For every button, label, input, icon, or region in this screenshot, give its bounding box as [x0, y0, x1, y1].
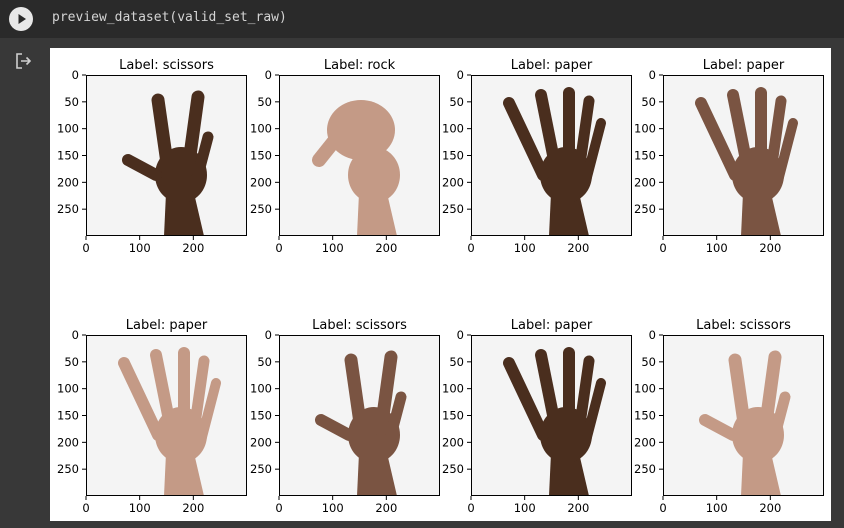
y-tick-label: 150 [250, 409, 272, 423]
y-tick-label: 200 [442, 175, 464, 189]
y-tick-label: 250 [634, 202, 656, 216]
y-tick-label: 250 [250, 202, 272, 216]
subplot-6: Label: scissors 0 50 100 150 200 250 0 100 200 [250, 318, 440, 515]
y-tick-label: 100 [634, 382, 656, 396]
y-tick-label: 50 [641, 355, 656, 369]
subplot-7: Label: paper 0 50 100 150 200 250 0 100 200 [442, 318, 632, 515]
x-tick-label: 0 [275, 241, 282, 255]
y-tick-label: 100 [634, 122, 656, 136]
y-tick-label: 250 [634, 462, 656, 476]
subplot-title: Label: scissors [312, 318, 407, 333]
y-tick-label: 50 [449, 355, 464, 369]
x-tick-label: 100 [129, 501, 151, 515]
x-tick-label: 200 [567, 241, 589, 255]
subplot-5: Label: paper 0 50 100 150 200 250 0 100 200 [57, 318, 247, 515]
y-tick-label: 150 [634, 149, 656, 163]
y-tick-label: 200 [57, 435, 79, 449]
x-tick-label: 100 [514, 241, 536, 255]
x-tick-label: 200 [759, 501, 781, 515]
x-tick-label: 0 [467, 241, 474, 255]
y-tick-label: 50 [257, 355, 272, 369]
y-tick-label: 0 [72, 328, 79, 342]
y-tick-label: 200 [250, 435, 272, 449]
y-tick-label: 0 [457, 328, 464, 342]
x-tick-label: 100 [322, 241, 344, 255]
figure-canvas: Label: scissors 0 50 100 150 200 250 0 100 200 Lab… [50, 48, 831, 521]
y-tick-label: 100 [57, 382, 79, 396]
x-tick-label: 100 [322, 501, 344, 515]
y-tick-label: 50 [64, 355, 79, 369]
y-tick-label: 150 [57, 409, 79, 423]
y-tick-label: 50 [449, 95, 464, 109]
y-tick-label: 250 [250, 462, 272, 476]
subplot-title: Label: paper [511, 58, 593, 73]
cell-output-area: Label: scissors 0 50 100 150 200 250 0 100 200 Lab… [0, 38, 844, 528]
y-tick-label: 0 [457, 68, 464, 82]
y-tick-label: 50 [641, 95, 656, 109]
y-tick-label: 200 [634, 175, 656, 189]
x-tick-label: 100 [129, 241, 151, 255]
subplot-title: Label: paper [703, 58, 785, 73]
code-cell[interactable]: preview_dataset(valid_set_raw) [0, 0, 844, 38]
y-tick-label: 200 [442, 435, 464, 449]
y-tick-label: 250 [57, 462, 79, 476]
y-tick-label: 200 [634, 435, 656, 449]
subplot-3: Label: paper 0 50 100 150 200 250 0 100 200 [442, 58, 632, 255]
y-tick-label: 250 [57, 202, 79, 216]
x-tick-label: 200 [375, 241, 397, 255]
y-tick-label: 150 [442, 409, 464, 423]
x-tick-label: 200 [759, 241, 781, 255]
x-tick-label: 100 [514, 501, 536, 515]
y-tick-label: 0 [649, 68, 656, 82]
x-tick-label: 0 [275, 501, 282, 515]
x-tick-label: 0 [659, 241, 666, 255]
x-tick-label: 200 [182, 501, 204, 515]
y-tick-label: 100 [57, 122, 79, 136]
y-tick-label: 250 [442, 462, 464, 476]
y-tick-label: 0 [265, 328, 272, 342]
y-tick-label: 0 [265, 68, 272, 82]
y-tick-label: 50 [64, 95, 79, 109]
run-cell-button[interactable] [9, 7, 33, 31]
y-tick-label: 100 [250, 382, 272, 396]
y-tick-label: 100 [250, 122, 272, 136]
y-tick-label: 0 [72, 68, 79, 82]
x-tick-label: 200 [567, 501, 589, 515]
subplot-title: Label: paper [511, 318, 593, 333]
x-tick-label: 100 [706, 241, 728, 255]
figure-grid: Label: scissors0501001502002500 100 200Lab… [57, 58, 824, 515]
y-tick-label: 150 [57, 149, 79, 163]
y-tick-label: 100 [442, 382, 464, 396]
y-tick-label: 150 [634, 409, 656, 423]
subplot-title: Label: scissors [119, 58, 214, 73]
x-tick-label: 0 [82, 501, 89, 515]
x-tick-label: 100 [706, 501, 728, 515]
subplot-title: Label: rock [324, 58, 396, 73]
y-tick-label: 200 [250, 175, 272, 189]
y-tick-label: 100 [442, 122, 464, 136]
play-icon [18, 14, 26, 24]
subplot-title: Label: scissors [696, 318, 791, 333]
y-tick-label: 200 [57, 175, 79, 189]
subplot-1: Label: scissors 0 50 100 150 200 250 0 100 200 [57, 58, 247, 255]
y-tick-label: 150 [442, 149, 464, 163]
y-tick-label: 0 [649, 328, 656, 342]
subplot-2: Label: rock 0 50 100 150 200 250 0 100 200 [250, 58, 440, 255]
x-tick-label: 200 [182, 241, 204, 255]
subplot-4: Label: paper 0 50 100 150 200 250 0 100 200 [634, 58, 824, 255]
y-tick-label: 150 [250, 149, 272, 163]
code-editor-text[interactable]: preview_dataset(valid_set_raw) [52, 10, 287, 25]
y-tick-label: 50 [257, 95, 272, 109]
subplot-8: Label: scissors 0 50 100 150 200 250 0 100 200 [634, 318, 824, 515]
x-tick-label: 0 [82, 241, 89, 255]
subplot-title: Label: paper [126, 318, 208, 333]
x-tick-label: 0 [467, 501, 474, 515]
x-tick-label: 200 [375, 501, 397, 515]
output-redirect-icon[interactable] [14, 52, 34, 70]
x-tick-label: 0 [659, 501, 666, 515]
y-tick-label: 250 [442, 202, 464, 216]
